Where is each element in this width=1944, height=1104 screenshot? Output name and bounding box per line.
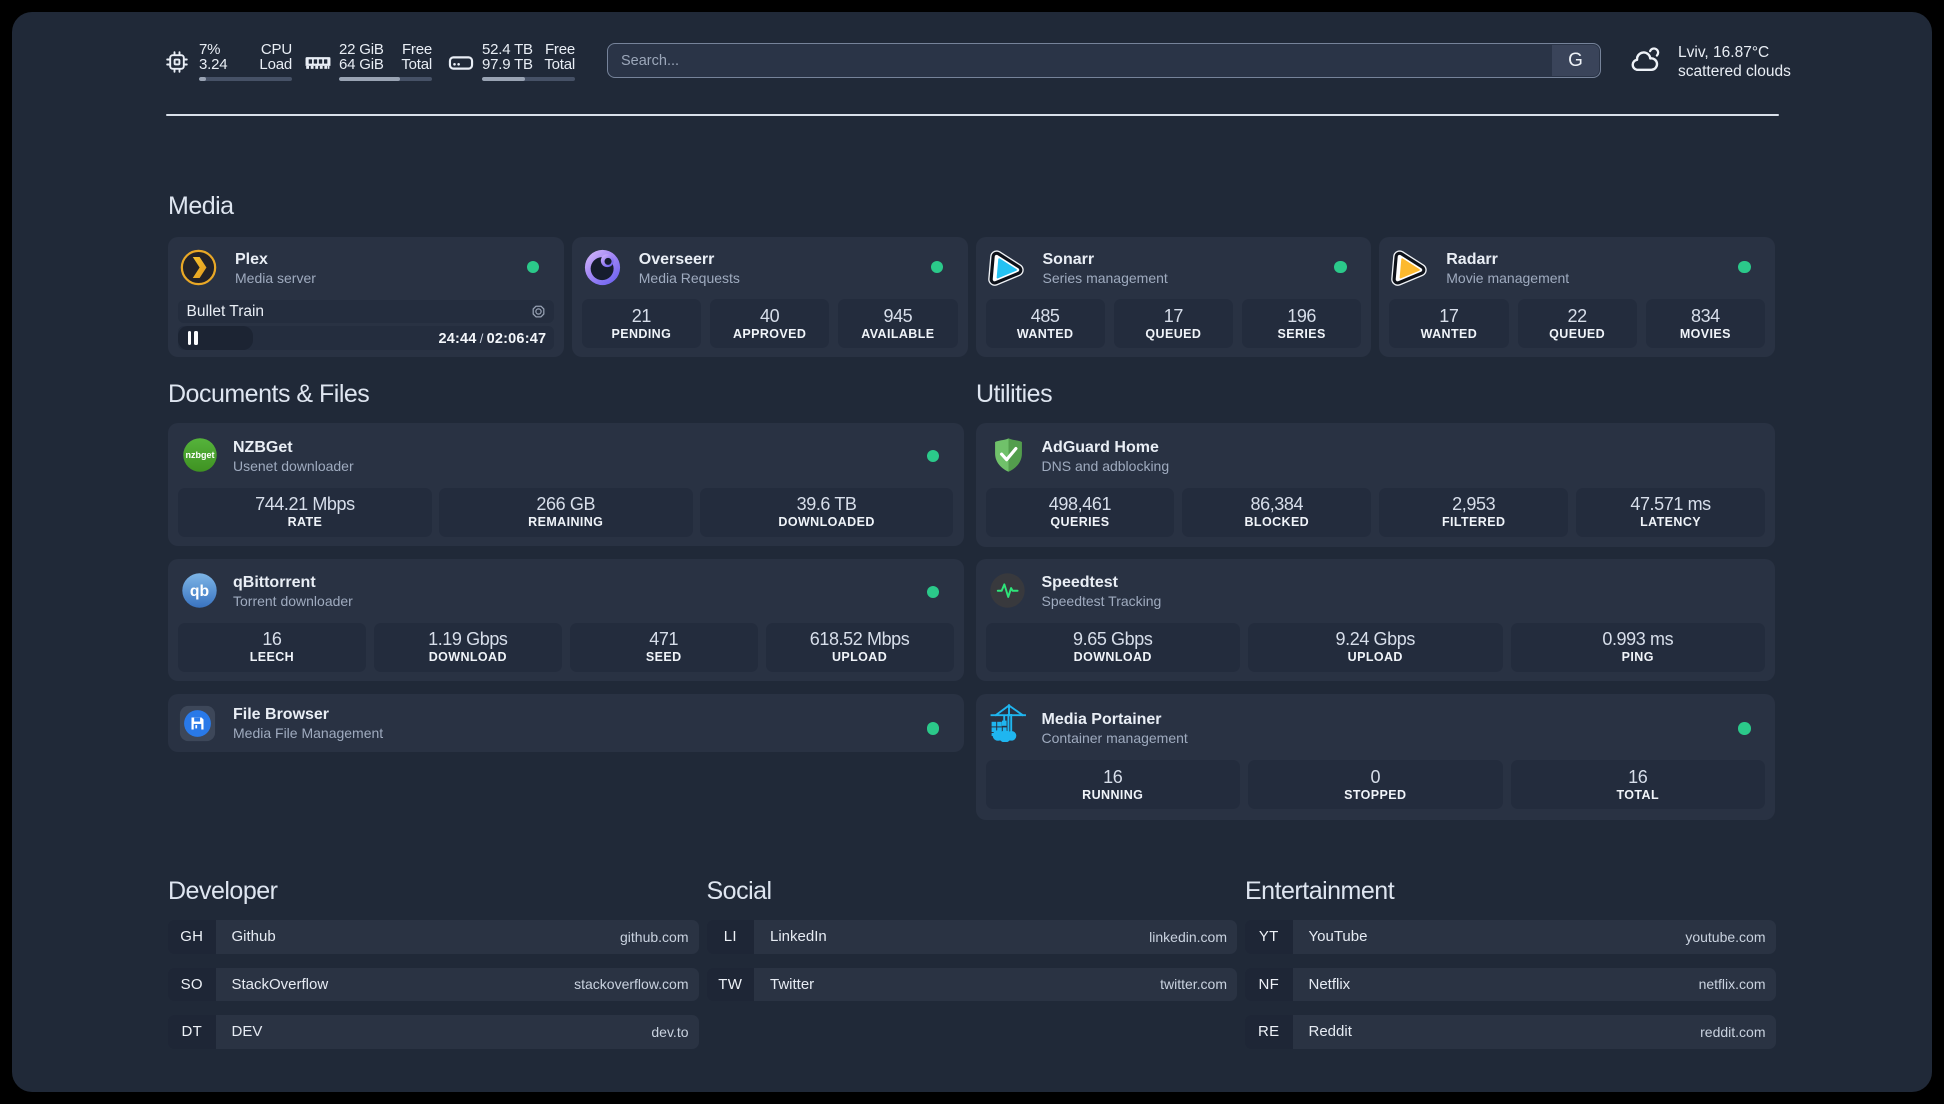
svg-text:qb: qb [190, 583, 209, 600]
svg-text:nzbget: nzbget [186, 450, 215, 460]
